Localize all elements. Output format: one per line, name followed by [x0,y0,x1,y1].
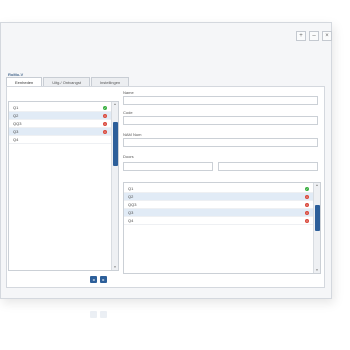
status-error-icon: × [305,194,309,199]
close-button[interactable]: × [322,31,332,41]
list-item[interactable]: Q2 × [124,193,313,201]
status-ok-icon: ✓ [305,186,309,191]
status-error-icon: × [305,218,309,223]
next-button[interactable]: ▸ [100,276,107,283]
scroll-thumb[interactable] [112,122,118,166]
list-item-label: Q4 [128,218,134,223]
list-item-label: QQ3 [128,202,137,207]
scroll-up-icon[interactable]: ▲ [314,183,320,188]
code-label: Code [123,110,133,115]
window-controls: + – × [296,31,332,41]
list-item[interactable]: Q2 × [9,112,111,120]
status-error-icon: × [103,113,107,118]
list-item-label: Q3 [128,210,134,215]
extra-label: NAM Num [123,132,142,137]
scroll-down-icon[interactable]: ▼ [314,268,320,273]
list-item-label: Q1 [13,105,19,110]
minimize-button[interactable]: – [309,31,319,41]
previous-button[interactable]: ◂ [90,276,97,283]
status-error-icon: × [103,129,107,134]
detail-list[interactable]: Q1 ✓ Q2 × QQ3 × Q3 × Q4 × ▲ ▼ [123,182,321,274]
list-item-label: Q2 [13,113,19,118]
extra-field[interactable] [123,138,318,147]
scroll-down-icon[interactable]: ▼ [112,265,118,270]
list-item[interactable]: Q1 ✓ [124,185,313,193]
status-ok-icon: ✓ [103,105,107,110]
list-item[interactable]: Q4 [9,136,111,144]
status-error-icon: × [305,210,309,215]
detail-list-scrollbar[interactable]: ▲ ▼ [313,183,320,273]
list-item[interactable]: Q3 × [9,128,111,136]
code-field[interactable] [123,116,318,125]
list-item[interactable]: Q1 ✓ [9,104,111,112]
list-item-label: Q1 [128,186,134,191]
list-item-label: Q3 [13,129,19,134]
reflection [90,311,97,318]
doors-field-1[interactable] [123,162,213,171]
list-item[interactable]: QQ3 × [124,201,313,209]
maximize-button[interactable]: + [296,31,306,41]
doors-label: Doors [123,154,134,159]
reflection [100,311,107,318]
scroll-up-icon[interactable]: ▲ [112,102,118,107]
list-item[interactable]: QQ3 × [9,120,111,128]
name-label: Name [123,90,134,95]
list-item-label: Q2 [128,194,134,199]
doors-field-2[interactable] [218,162,318,171]
status-error-icon: × [305,202,309,207]
list-item-label: QQ3 [13,121,22,126]
list-scrollbar[interactable]: ▲ ▼ [111,102,118,270]
name-field[interactable] [123,96,318,105]
list-item[interactable]: Q3 × [124,209,313,217]
scroll-thumb[interactable] [314,205,320,231]
unit-list[interactable]: Q1 ✓ Q2 × QQ3 × Q3 × Q4 ▲ ▼ [8,101,119,271]
status-error-icon: × [103,121,107,126]
list-item[interactable]: Q4 × [124,217,313,225]
list-item-label: Q4 [13,137,19,142]
